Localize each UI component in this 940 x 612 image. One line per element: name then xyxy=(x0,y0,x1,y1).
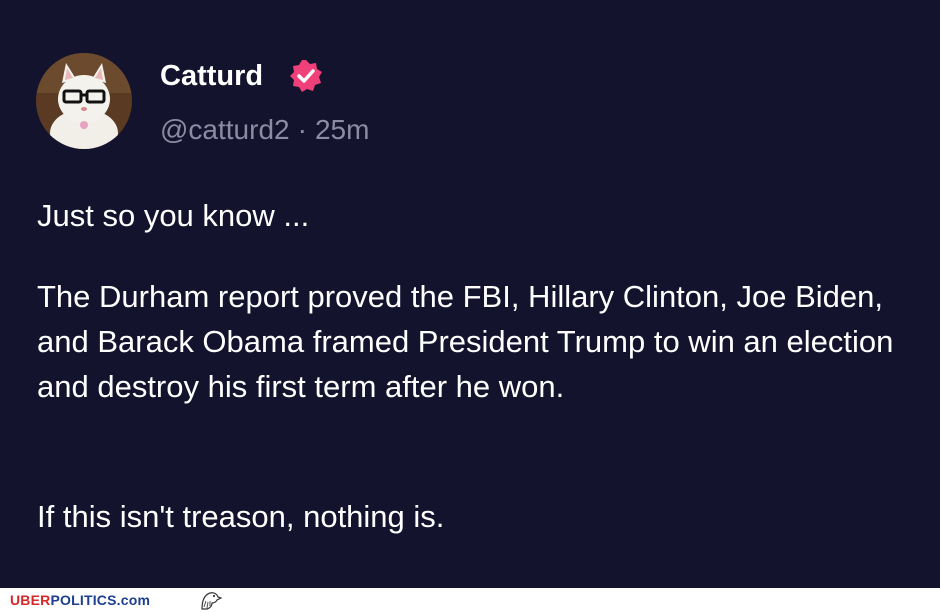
brand-uber: UBER xyxy=(10,592,51,608)
author-handle[interactable]: @catturd2 xyxy=(160,114,290,145)
eagle-icon xyxy=(201,592,222,610)
cat-avatar-image xyxy=(36,53,132,149)
meta-separator: · xyxy=(297,114,307,145)
avatar[interactable] xyxy=(36,53,132,149)
brand-logo[interactable]: UBERPOLITICS.com xyxy=(10,591,150,609)
handle-line: @catturd2 · 25m xyxy=(160,112,369,148)
post-card: Catturd @catturd2 · 25m Just so you know .… xyxy=(0,0,940,588)
author-name[interactable]: Catturd xyxy=(160,58,263,94)
verified-badge-icon xyxy=(290,60,322,92)
post-timestamp[interactable]: 25m xyxy=(315,114,369,145)
brand-politics: POLITICS.com xyxy=(50,592,151,608)
post-paragraph-3: If this isn't treason, nothing is. xyxy=(37,499,445,534)
post-paragraph-2: The Durham report proved the FBI, Hillar… xyxy=(37,279,894,404)
post-paragraph-1: Just so you know ... xyxy=(37,198,310,233)
watermark-footer: UBERPOLITICS.com xyxy=(0,588,940,612)
